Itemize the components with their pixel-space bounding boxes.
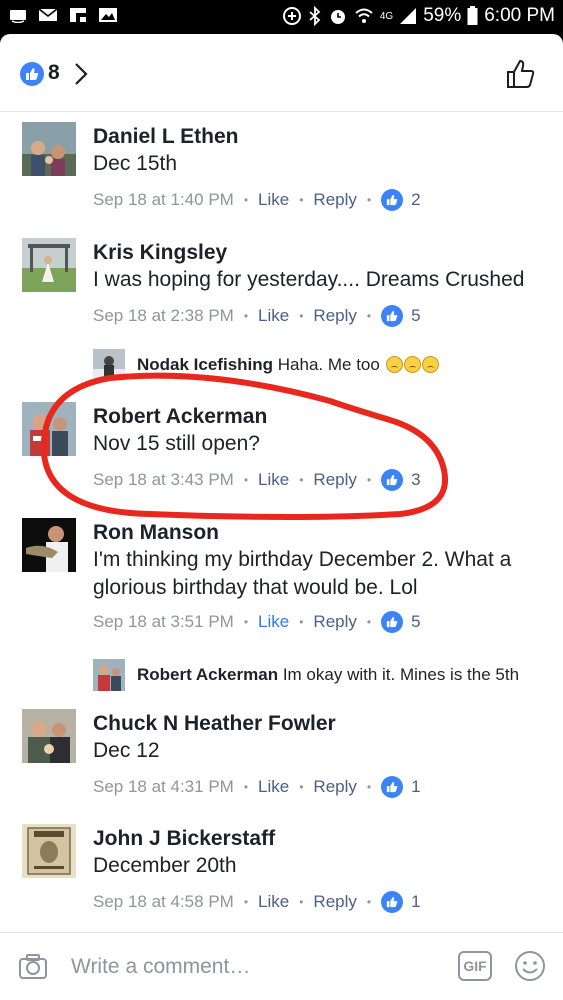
reply-link[interactable]: Reply <box>313 306 356 326</box>
reaction-count[interactable]: 2 <box>411 190 420 210</box>
comment-composer: Write a comment… GIF <box>0 932 563 1000</box>
reaction-count[interactable]: 1 <box>411 892 420 912</box>
comments-panel: 8 Daniel L Ethen Dec 15th Sep 18 at 1:40… <box>0 34 563 1000</box>
signal-icon <box>399 7 417 25</box>
clock-time: 6:00 PM <box>484 5 555 26</box>
avatar[interactable] <box>22 824 76 878</box>
avatar[interactable] <box>93 349 125 381</box>
comment-text: I'm thinking my birthday December 2. Wha… <box>93 548 512 599</box>
comment-author[interactable]: Chuck N Heather Fowler <box>93 711 553 737</box>
like-reaction-icon[interactable] <box>381 891 404 913</box>
comment-author[interactable]: Ron Manson <box>93 520 553 546</box>
comment-author[interactable]: Daniel L Ethen <box>93 124 553 150</box>
reply-item[interactable]: Robert Ackerman Im okay with it. Mines i… <box>93 659 553 691</box>
like-link[interactable]: Like <box>258 612 289 632</box>
avatar[interactable] <box>22 402 76 456</box>
reactions-header: 8 <box>0 34 563 112</box>
comment-input[interactable]: Write a comment… <box>71 955 250 979</box>
comment-text: Dec 15th <box>93 152 178 175</box>
reaction-count[interactable]: 1 <box>411 777 420 797</box>
reply-link[interactable]: Reply <box>313 892 356 912</box>
like-reaction-icon[interactable] <box>381 189 404 211</box>
reply-author[interactable]: Robert Ackerman <box>137 665 278 684</box>
like-reaction-icon[interactable] <box>381 611 404 633</box>
mail-icon <box>38 7 58 23</box>
smiley-icon[interactable] <box>514 950 546 987</box>
like-count[interactable]: 8 <box>48 61 60 85</box>
like-reaction-icon[interactable] <box>381 305 404 327</box>
avatar[interactable] <box>22 709 76 763</box>
reply-link[interactable]: Reply <box>313 470 356 490</box>
comment-timestamp: Sep 18 at 4:31 PM <box>93 777 234 796</box>
network-type: 4G <box>379 10 394 22</box>
like-link[interactable]: Like <box>258 306 289 326</box>
bluetooth-icon <box>308 6 322 26</box>
sad-face-emoji-icon <box>385 356 403 373</box>
amazon-icon <box>8 7 28 24</box>
comment-author[interactable]: Robert Ackerman <box>93 404 553 430</box>
like-link[interactable]: Like <box>258 892 289 912</box>
comment-timestamp: Sep 18 at 3:43 PM <box>93 470 234 489</box>
comment-text: Dec 12 <box>93 739 160 762</box>
reaction-count[interactable]: 5 <box>411 612 420 632</box>
wifi-icon <box>354 7 374 25</box>
comment-text: I was hoping for yesterday.... Dreams Cr… <box>93 268 525 291</box>
image-icon <box>98 7 118 23</box>
avatar[interactable] <box>22 518 76 572</box>
alarm-icon <box>328 6 348 26</box>
comment-timestamp: Sep 18 at 1:40 PM <box>93 190 234 209</box>
sad-face-emoji-icon <box>421 356 439 373</box>
like-reaction-icon[interactable] <box>381 776 404 798</box>
reaction-count[interactable]: 5 <box>411 306 420 326</box>
gif-button[interactable]: GIF <box>458 951 492 981</box>
status-bar: 4G 59% 6:00 PM <box>0 0 563 34</box>
like-reaction-icon[interactable] <box>381 469 404 491</box>
comment-author[interactable]: Kris Kingsley <box>93 240 553 266</box>
avatar[interactable] <box>22 238 76 292</box>
like-link[interactable]: Like <box>258 190 289 210</box>
battery-icon <box>467 6 478 26</box>
comment-timestamp: Sep 18 at 4:58 PM <box>93 892 234 911</box>
sad-face-emoji-icon <box>403 356 421 373</box>
avatar[interactable] <box>93 659 125 691</box>
reply-link[interactable]: Reply <box>313 190 356 210</box>
comment-timestamp: Sep 18 at 3:51 PM <box>93 612 234 631</box>
add-circle-icon <box>282 6 302 26</box>
like-link[interactable]: Like <box>258 777 289 797</box>
battery-percent: 59% <box>423 5 462 26</box>
thumbs-up-outline-icon[interactable] <box>505 58 537 95</box>
reply-item[interactable]: Nodak Icefishing Haha. Me too <box>93 349 553 381</box>
comment-timestamp: Sep 18 at 2:38 PM <box>93 306 234 325</box>
reply-link[interactable]: Reply <box>313 612 356 632</box>
like-link[interactable]: Like <box>258 470 289 490</box>
reply-text: Im okay with it. Mines is the 5th <box>282 665 520 684</box>
comment-text: December 20th <box>93 854 237 877</box>
reaction-count[interactable]: 3 <box>411 470 420 490</box>
reply-link[interactable]: Reply <box>313 777 356 797</box>
chevron-right-icon[interactable] <box>74 62 88 91</box>
camera-icon[interactable] <box>18 953 48 986</box>
comment-text: Nov 15 still open? <box>93 432 260 455</box>
comment-author[interactable]: John J Bickerstaff <box>93 826 553 852</box>
reply-author[interactable]: Nodak Icefishing <box>137 355 273 374</box>
flipboard-icon <box>68 7 88 23</box>
like-thumb-icon[interactable] <box>20 62 44 86</box>
reply-text: Haha. Me too <box>277 355 380 374</box>
avatar[interactable] <box>22 122 76 176</box>
